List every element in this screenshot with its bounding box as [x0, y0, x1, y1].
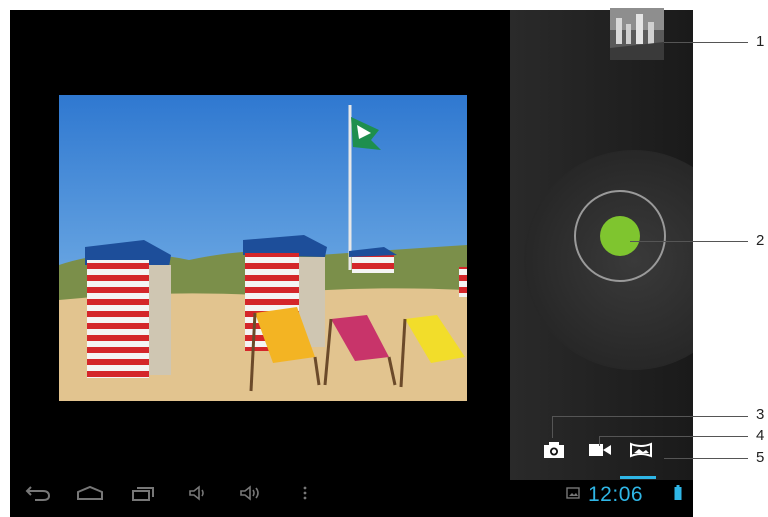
callout-line-4 — [599, 436, 748, 437]
callout-line-2 — [630, 241, 748, 242]
volume-down-icon[interactable] — [186, 482, 208, 504]
callout-line-3 — [552, 416, 748, 417]
gallery-notification-icon — [565, 482, 581, 504]
callout-number-2: 2 — [756, 232, 765, 249]
battery-icon — [673, 482, 683, 504]
last-photo-thumbnail[interactable] — [610, 8, 664, 60]
status-clock: 12:06 — [588, 483, 644, 506]
active-mode-indicator — [620, 476, 656, 479]
camera-viewfinder[interactable] — [10, 10, 510, 490]
callout-number-5: 5 — [756, 449, 765, 466]
panorama-mode-icon[interactable] — [628, 438, 654, 462]
recent-apps-icon[interactable] — [130, 482, 158, 504]
back-icon[interactable] — [24, 482, 52, 504]
callout-number-3: 3 — [756, 406, 765, 423]
menu-icon[interactable] — [300, 482, 310, 504]
callout-line-1 — [664, 42, 748, 43]
camera-preview-image — [59, 95, 467, 401]
callout-line-5 — [664, 458, 748, 459]
shutter-button[interactable] — [600, 216, 640, 256]
home-icon[interactable] — [76, 482, 104, 504]
callout-line-3-drop — [552, 416, 553, 438]
volume-up-icon[interactable] — [238, 482, 264, 504]
camera-mode-icon[interactable] — [541, 438, 567, 462]
callout-line-4-drop — [599, 436, 600, 446]
video-mode-icon[interactable] — [587, 438, 613, 462]
callout-number-4: 4 — [756, 427, 765, 444]
callout-number-1: 1 — [756, 33, 765, 50]
